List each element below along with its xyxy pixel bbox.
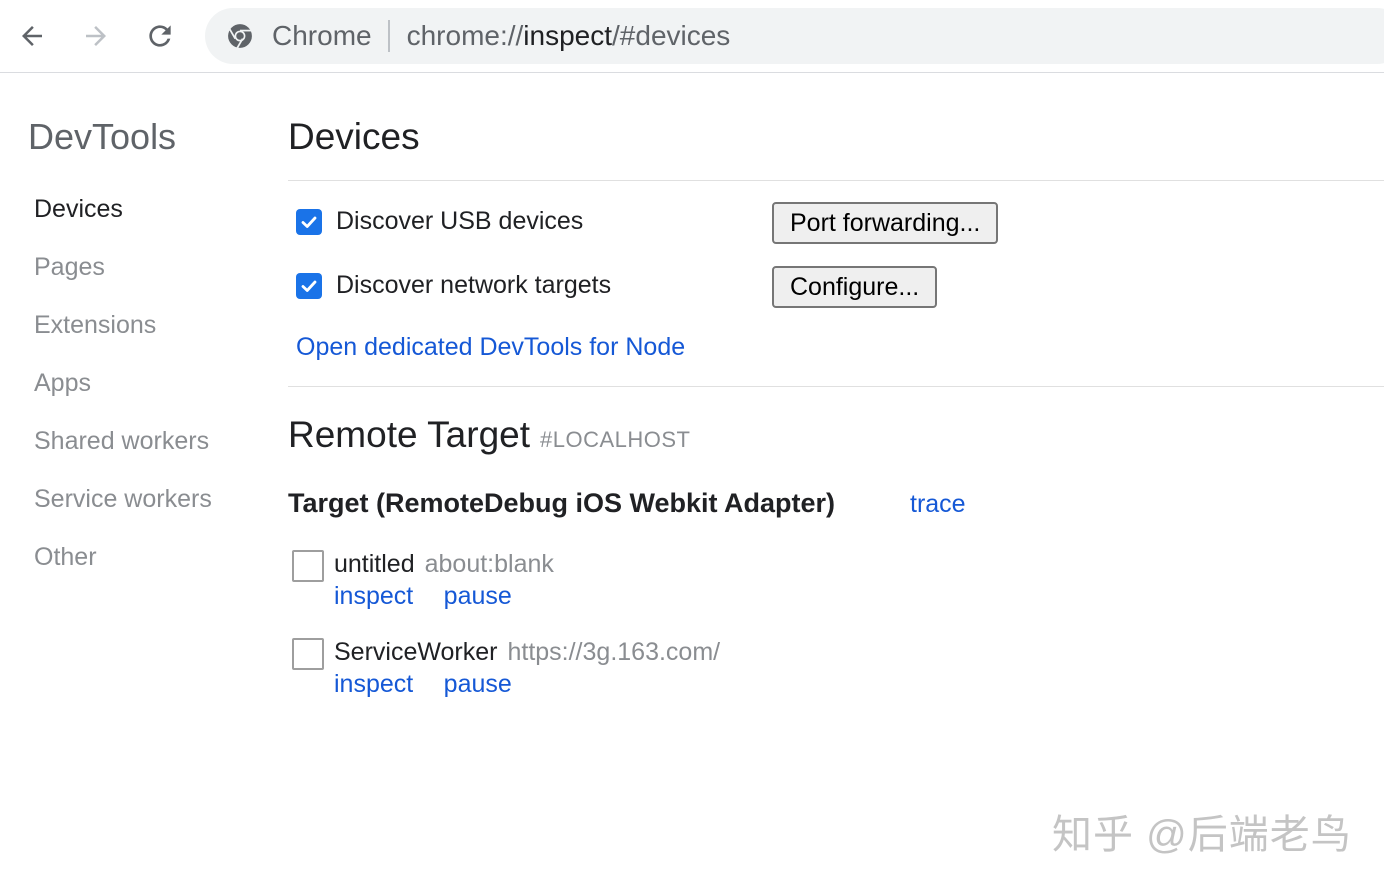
page-title: Devices xyxy=(288,116,420,157)
url-host: inspect xyxy=(523,20,613,51)
arrow-right-icon xyxy=(86,26,106,46)
remote-target-title: Remote Target #LOCALHOST xyxy=(288,414,691,456)
remote-target-subtitle: #LOCALHOST xyxy=(540,427,691,452)
target-url: https://3g.163.com/ xyxy=(507,638,721,666)
sidebar-item-devices[interactable]: Devices xyxy=(34,190,212,248)
target-thumbnail xyxy=(292,638,324,670)
discover-network-label: Discover network targets xyxy=(336,271,612,299)
sidebar-nav: Devices Pages Extensions Apps Shared wor… xyxy=(34,190,212,596)
target-title-text: ServiceWorker xyxy=(334,638,498,666)
sidebar-item-apps[interactable]: Apps xyxy=(34,364,212,422)
discover-usb-option: Discover USB devices xyxy=(296,207,583,236)
back-button[interactable] xyxy=(10,12,54,60)
port-forwarding-button[interactable]: Port forwarding... xyxy=(772,202,999,244)
pause-link[interactable]: pause xyxy=(444,670,512,698)
inspect-link[interactable]: inspect xyxy=(334,670,413,698)
sidebar-item-other[interactable]: Other xyxy=(34,538,212,596)
discover-usb-label: Discover USB devices xyxy=(336,207,584,235)
divider xyxy=(288,386,1384,387)
url-path: /#devices xyxy=(612,20,731,51)
sidebar-item-shared-workers[interactable]: Shared workers xyxy=(34,422,212,480)
target-title-text: untitled xyxy=(334,550,415,578)
target-url: about:blank xyxy=(424,550,554,578)
discover-usb-checkbox[interactable] xyxy=(296,208,322,235)
omnibox-chip: Chrome xyxy=(272,20,372,51)
remote-target-heading: Remote Target xyxy=(288,414,530,455)
checkmark-icon xyxy=(301,280,317,292)
omnibox-url[interactable]: chrome://inspect/#devices xyxy=(407,20,731,52)
checkmark-icon xyxy=(301,216,317,228)
discover-network-option: Discover network targets xyxy=(296,271,611,300)
divider xyxy=(288,180,1384,181)
target-title: untitled about:blank xyxy=(334,550,554,579)
target-name: Target (RemoteDebug iOS Webkit Adapter) xyxy=(288,488,836,518)
omnibox[interactable]: Chrome chrome://inspect/#devices xyxy=(205,8,1384,64)
chrome-logo-icon xyxy=(228,24,252,49)
target-thumbnail xyxy=(292,550,324,582)
reload-button[interactable] xyxy=(138,12,182,60)
reload-icon xyxy=(149,25,171,47)
sidebar-item-service-workers[interactable]: Service workers xyxy=(34,480,212,538)
omnibox-separator xyxy=(387,20,390,52)
arrow-left-icon xyxy=(22,26,42,46)
sidebar-title: DevTools xyxy=(28,116,177,157)
configure-button[interactable]: Configure... xyxy=(772,266,938,308)
browser-toolbar: Chrome chrome://inspect/#devices xyxy=(0,0,1384,73)
open-node-devtools-link[interactable]: Open dedicated DevTools for Node xyxy=(296,333,685,362)
target-actions: inspect pause xyxy=(334,582,538,611)
url-scheme: chrome:// xyxy=(406,20,524,51)
forward-button[interactable] xyxy=(74,12,118,60)
inspect-link[interactable]: inspect xyxy=(334,582,413,610)
sidebar-item-extensions[interactable]: Extensions xyxy=(34,306,212,364)
pause-link[interactable]: pause xyxy=(444,582,512,610)
target-actions: inspect pause xyxy=(334,670,538,699)
discover-network-checkbox[interactable] xyxy=(296,272,322,299)
watermark: 知乎 @后端老鸟 xyxy=(1052,813,1352,857)
target-title: ServiceWorker https://3g.163.com/ xyxy=(334,638,720,667)
sidebar-item-pages[interactable]: Pages xyxy=(34,248,212,306)
trace-link[interactable]: trace xyxy=(910,490,966,519)
